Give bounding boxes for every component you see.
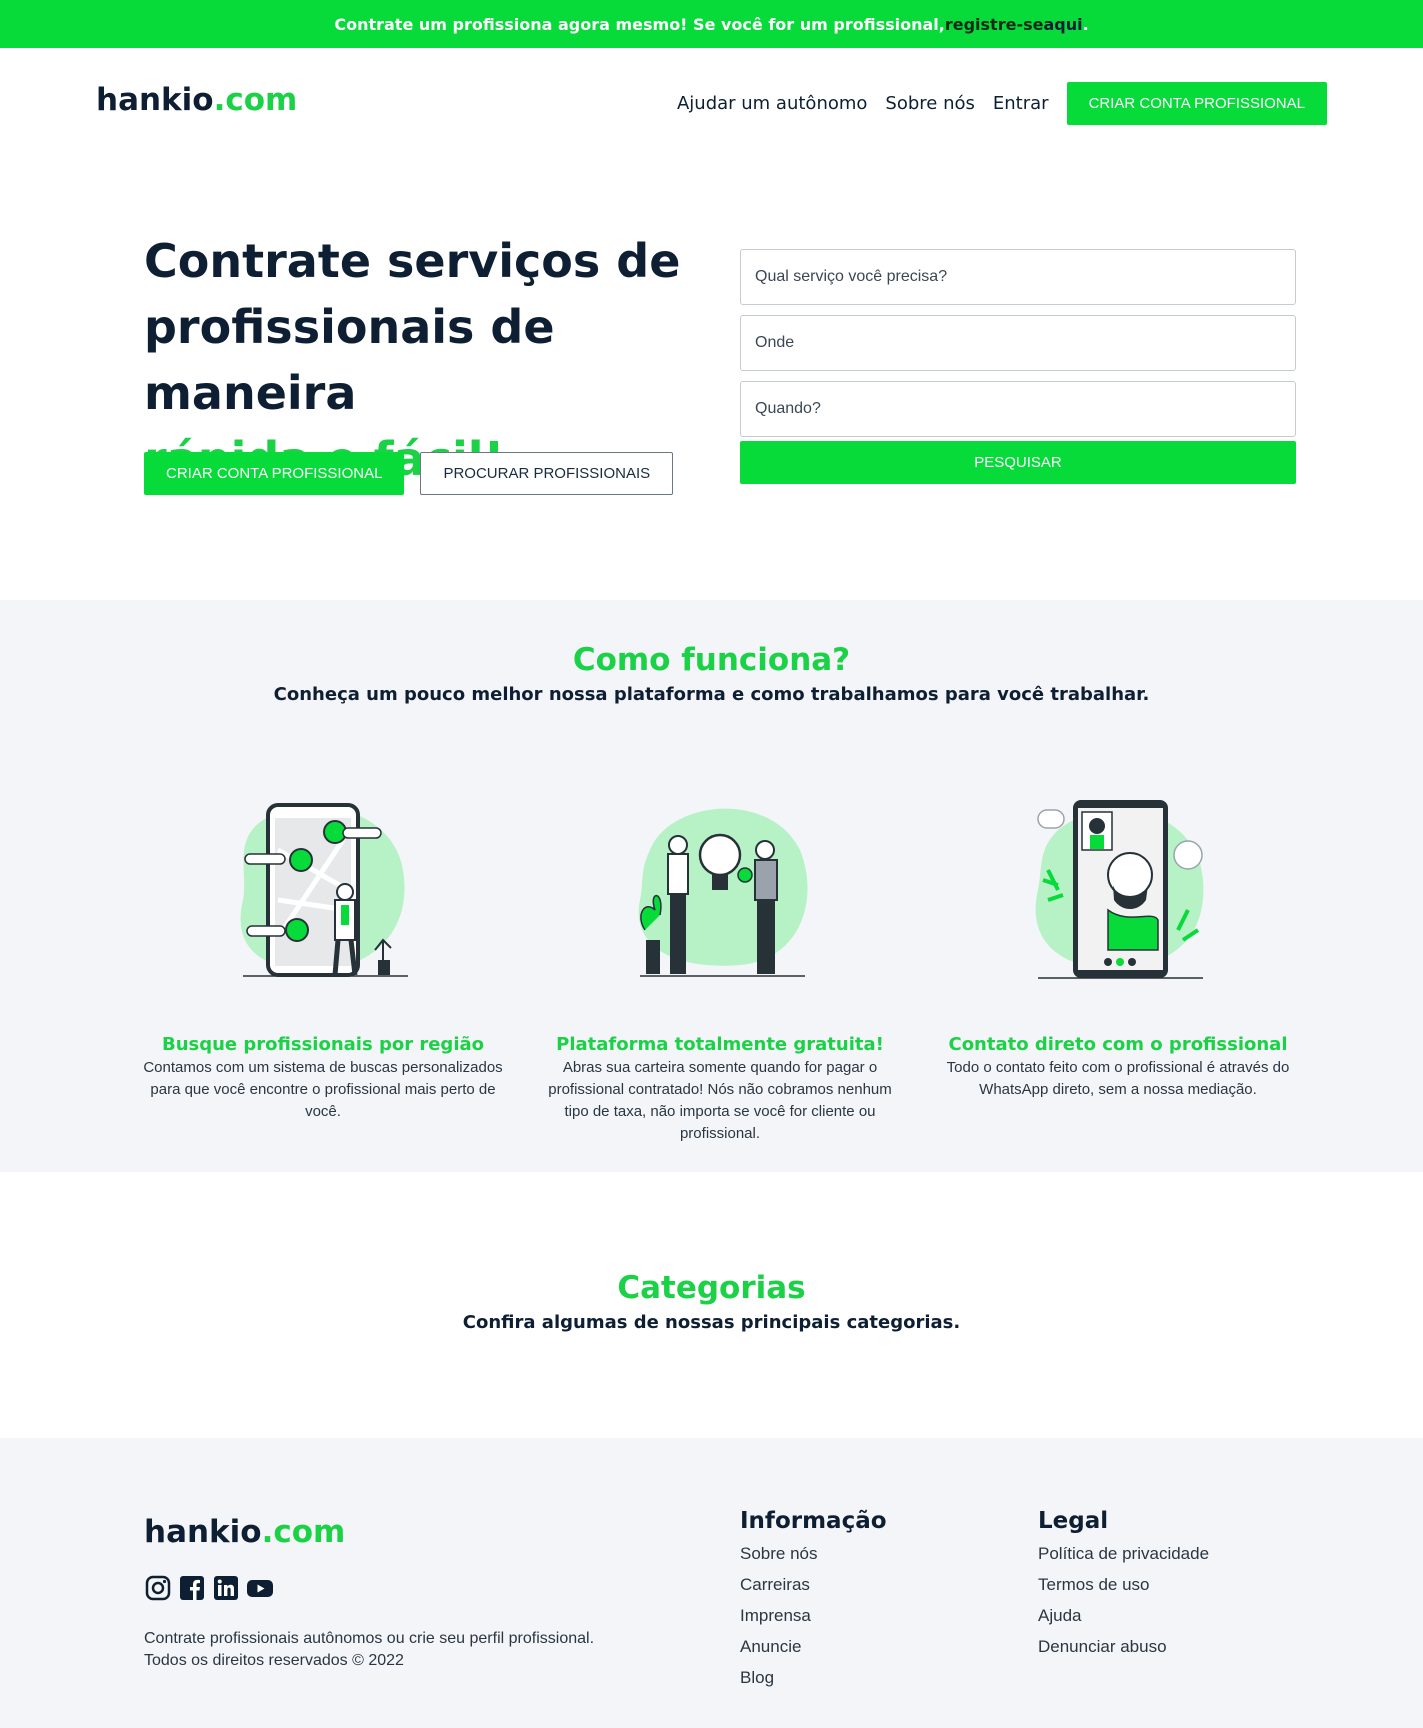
map-phone-illustration — [240, 803, 408, 977]
how-it-works-section: Como funciona? Conheça um pouco melhor n… — [0, 600, 1423, 1172]
feature-region-text: Contamos com um sistema de buscas person… — [143, 1059, 503, 1120]
find-professionals-button[interactable]: PROCURAR PROFISSIONAIS — [420, 452, 674, 495]
lightbulb-handshake-illustration — [638, 808, 808, 977]
social-links — [144, 1574, 274, 1602]
footer-tagline: Contrate profissionais autônomos ou crie… — [144, 1630, 595, 1647]
how-subtitle: Conheça um pouco melhor nossa plataforma… — [273, 684, 1150, 705]
footer-link-privacy[interactable]: Política de privacidade — [1038, 1538, 1209, 1569]
hero-ctas: CRIAR CONTA PROFISSIONAL PROCURAR PROFIS… — [144, 452, 674, 495]
facebook-icon[interactable] — [178, 1574, 206, 1602]
feature-contact-title: Contato direto com o profissional — [948, 1034, 1288, 1055]
feature-free-text: Abras sua carteira somente quando for pa… — [548, 1059, 892, 1142]
site-footer: hankio.com Contrate profissionais autôno… — [0, 1438, 1423, 1728]
hero-title-line1: Contrate serviços de — [144, 234, 681, 288]
announcement-end: . — [1082, 14, 1089, 34]
footer-link-terms[interactable]: Termos de uso — [1038, 1569, 1209, 1600]
footer-legal-title: Legal — [1038, 1508, 1109, 1534]
hero-create-account-button[interactable]: CRIAR CONTA PROFISSIONAL — [144, 452, 405, 495]
footer-link-blog[interactable]: Blog — [740, 1662, 887, 1693]
service-input[interactable]: Qual serviço você precisa? — [740, 249, 1296, 305]
youtube-icon[interactable] — [246, 1574, 274, 1602]
announcement-text: Contrate um profissiona agora mesmo! Se … — [334, 14, 945, 34]
nav-help-freelancer[interactable]: Ajudar um autônomo — [677, 93, 867, 114]
feature-contact: Contato direto com o profissional Todo o… — [938, 790, 1298, 1101]
search-form: Qual serviço você precisa? Onde Quando? … — [740, 249, 1296, 484]
feature-region: Busque profissionais por região Contamos… — [143, 790, 503, 1123]
footer-legal-column: Legal Política de privacidade Termos de … — [1038, 1508, 1209, 1662]
feature-free: Plataforma totalmente gratuita! Abras su… — [540, 790, 900, 1145]
feature-contact-text: Todo o contato feito com o profissional … — [946, 1059, 1290, 1098]
announcement-bar: Contrate um profissiona agora mesmo! Se … — [0, 0, 1423, 48]
hero-title-line2: profissionais de maneira — [144, 300, 555, 420]
categories-subtitle: Confira algumas de nossas principais cat… — [462, 1312, 961, 1333]
categories-section: Categorias Confira algumas de nossas pri… — [0, 1172, 1423, 1438]
nav-login[interactable]: Entrar — [993, 93, 1049, 114]
footer-rights: Todos os direitos reservados © 2022 — [144, 1652, 404, 1669]
nav-about[interactable]: Sobre nós — [885, 93, 974, 114]
video-call-illustration — [1035, 800, 1204, 979]
logo-suffix: .com — [213, 82, 298, 118]
footer-link-press[interactable]: Imprensa — [740, 1600, 887, 1631]
footer-info-title: Informação — [740, 1508, 887, 1534]
feature-region-title: Busque profissionais por região — [161, 1034, 484, 1055]
search-button[interactable]: PESQUISAR — [740, 441, 1296, 484]
register-link[interactable]: registre-se — [945, 15, 1044, 34]
main-nav: Ajudar um autônomo Sobre nós Entrar CRIA… — [677, 82, 1327, 125]
categories-title: Categorias — [617, 1270, 806, 1306]
instagram-icon[interactable] — [144, 1574, 172, 1602]
footer-link-about[interactable]: Sobre nós — [740, 1538, 887, 1569]
feature-free-title: Plataforma totalmente gratuita! — [556, 1034, 884, 1055]
logo-main: hankio — [96, 82, 214, 118]
footer-logo-suffix: .com — [261, 1514, 346, 1550]
linkedin-icon[interactable] — [212, 1574, 240, 1602]
site-header: hankio.com Ajudar um autônomo Sobre nós … — [0, 48, 1423, 158]
hero-section: Contrate serviços de profissionais de ma… — [0, 158, 1423, 600]
create-pro-account-button[interactable]: CRIAR CONTA PROFISSIONAL — [1066, 82, 1327, 125]
date-input[interactable]: Quando? — [740, 381, 1296, 437]
footer-link-report-abuse[interactable]: Denunciar abuso — [1038, 1631, 1209, 1662]
footer-link-careers[interactable]: Carreiras — [740, 1569, 887, 1600]
footer-logo-main: hankio — [144, 1514, 262, 1550]
footer-link-help[interactable]: Ajuda — [1038, 1600, 1209, 1631]
footer-link-advertise[interactable]: Anuncie — [740, 1631, 887, 1662]
footer-info-column: Informação Sobre nós Carreiras Imprensa … — [740, 1508, 887, 1693]
footer-copyright: Contrate profissionais autônomos ou crie… — [144, 1628, 594, 1672]
logo[interactable]: hankio.com — [96, 82, 297, 118]
footer-logo[interactable]: hankio.com — [144, 1514, 345, 1550]
how-title: Como funciona? — [572, 642, 851, 678]
location-input[interactable]: Onde — [740, 315, 1296, 371]
register-here-link[interactable]: aqui — [1043, 15, 1082, 34]
